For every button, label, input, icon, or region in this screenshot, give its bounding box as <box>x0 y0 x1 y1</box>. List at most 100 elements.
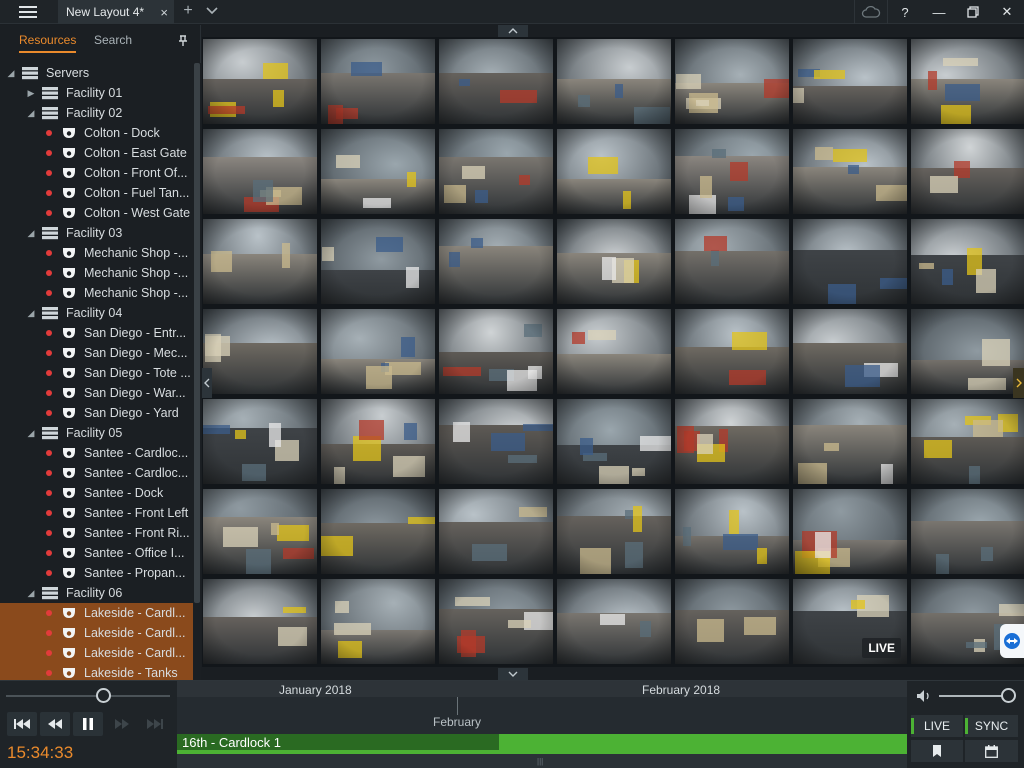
camera-item[interactable]: San Diego - Tote ... <box>0 363 193 383</box>
camera-tile[interactable] <box>675 219 789 304</box>
timeline-scrollbar[interactable]: ||| <box>177 754 907 768</box>
camera-tile[interactable] <box>439 579 553 664</box>
camera-tile[interactable] <box>793 219 907 304</box>
camera-item[interactable]: Mechanic Shop -... <box>0 243 193 263</box>
camera-item[interactable]: Lakeside - Cardl... <box>0 603 193 623</box>
camera-tile[interactable] <box>911 129 1024 214</box>
camera-tile[interactable] <box>321 129 435 214</box>
timeline-scroll-grip[interactable]: ||| <box>537 757 543 766</box>
camera-item[interactable]: Colton - West Gate <box>0 203 193 223</box>
camera-tile[interactable] <box>439 309 553 394</box>
camera-tile[interactable] <box>203 489 317 574</box>
camera-tile[interactable] <box>557 129 671 214</box>
speed-slider-knob[interactable] <box>96 688 111 703</box>
server-item[interactable]: ◢ Facility 06 <box>0 583 193 603</box>
camera-tile[interactable] <box>321 39 435 124</box>
server-item[interactable]: ◢ Facility 04 <box>0 303 193 323</box>
camera-tile[interactable] <box>439 489 553 574</box>
camera-item[interactable]: San Diego - Mec... <box>0 343 193 363</box>
camera-tile[interactable] <box>793 39 907 124</box>
remote-support-icon[interactable] <box>1000 624 1024 658</box>
camera-item[interactable]: Colton - East Gate <box>0 143 193 163</box>
camera-item[interactable]: Santee - Dock <box>0 483 193 503</box>
camera-tile[interactable] <box>793 309 907 394</box>
camera-item[interactable]: Colton - Dock <box>0 123 193 143</box>
camera-tile[interactable] <box>203 399 317 484</box>
camera-tile[interactable]: LIVE <box>793 579 907 664</box>
camera-tile[interactable] <box>557 39 671 124</box>
camera-item[interactable]: San Diego - Yard <box>0 403 193 423</box>
servers-root[interactable]: ◢ Servers <box>0 63 193 83</box>
volume-slider-knob[interactable] <box>1001 688 1016 703</box>
main-menu-button[interactable] <box>0 0 56 24</box>
pin-icon[interactable] <box>178 35 188 47</box>
camera-item[interactable]: Lakeside - Cardl... <box>0 643 193 663</box>
camera-item[interactable]: Lakeside - Cardl... <box>0 623 193 643</box>
tree-scrollbar-thumb[interactable] <box>194 63 200 603</box>
recording-bar[interactable]: 16th - Cardlock 1 <box>177 734 907 750</box>
server-item[interactable]: ◢ Facility 02 <box>0 103 193 123</box>
tab-resources[interactable]: Resources <box>19 33 76 47</box>
restore-button[interactable] <box>956 0 990 24</box>
camera-tile[interactable] <box>675 129 789 214</box>
camera-item[interactable]: Santee - Front Left <box>0 503 193 523</box>
camera-tile[interactable] <box>793 129 907 214</box>
help-button[interactable]: ? <box>888 0 922 24</box>
camera-tile[interactable] <box>675 399 789 484</box>
camera-item[interactable]: Santee - Cardloc... <box>0 463 193 483</box>
camera-tile[interactable] <box>557 489 671 574</box>
speed-slider-track[interactable] <box>6 695 170 697</box>
camera-tile[interactable] <box>203 309 317 394</box>
camera-tile[interactable] <box>203 219 317 304</box>
collapse-right-button[interactable] <box>1013 368 1024 398</box>
camera-tile[interactable] <box>439 129 553 214</box>
close-tab-icon[interactable]: × <box>160 5 168 20</box>
server-item[interactable]: ◢ Facility 03 <box>0 223 193 243</box>
camera-tile[interactable] <box>557 579 671 664</box>
camera-tile[interactable] <box>439 39 553 124</box>
camera-tile[interactable] <box>321 489 435 574</box>
expand-arrow-closed-icon[interactable]: ▶ <box>26 88 36 99</box>
skip-forward-button[interactable] <box>140 712 170 736</box>
expand-arrow-open-icon[interactable]: ◢ <box>26 228 36 239</box>
server-item[interactable]: ▶ Facility 01 <box>0 83 193 103</box>
sync-button[interactable]: SYNC <box>965 715 1018 737</box>
rewind-button[interactable] <box>40 712 70 736</box>
expand-arrow-open-icon[interactable]: ◢ <box>26 428 36 439</box>
camera-item[interactable]: Colton - Fuel Tan... <box>0 183 193 203</box>
expand-arrow-open-icon[interactable]: ◢ <box>26 308 36 319</box>
camera-tile[interactable] <box>557 309 671 394</box>
pause-button[interactable] <box>73 712 103 736</box>
camera-tile[interactable] <box>557 399 671 484</box>
camera-item[interactable]: San Diego - Entr... <box>0 323 193 343</box>
camera-tile[interactable] <box>321 399 435 484</box>
expand-arrow-open-icon[interactable]: ◢ <box>26 108 36 119</box>
live-button[interactable]: LIVE <box>911 715 963 737</box>
collapse-top-button[interactable] <box>498 25 528 37</box>
tab-search[interactable]: Search <box>94 33 132 47</box>
fast-forward-button[interactable] <box>107 712 137 736</box>
chevron-down-icon[interactable] <box>205 4 219 18</box>
camera-tile[interactable] <box>793 489 907 574</box>
layout-tab[interactable]: New Layout 4* × <box>58 0 174 24</box>
camera-item[interactable]: Mechanic Shop -... <box>0 263 193 283</box>
server-item[interactable]: ◢ Facility 05 <box>0 423 193 443</box>
collapse-bottom-button[interactable] <box>498 668 528 680</box>
camera-tile[interactable] <box>911 219 1024 304</box>
camera-tile[interactable] <box>557 219 671 304</box>
camera-tile[interactable] <box>911 489 1024 574</box>
calendar-button[interactable] <box>965 740 1018 762</box>
expand-arrow-open-icon[interactable]: ◢ <box>6 68 16 79</box>
camera-item[interactable]: Lakeside - Tanks <box>0 663 193 680</box>
cloud-button[interactable] <box>854 0 888 24</box>
camera-tile[interactable] <box>439 219 553 304</box>
camera-tile[interactable] <box>675 39 789 124</box>
camera-tile[interactable] <box>203 579 317 664</box>
camera-tile[interactable] <box>439 399 553 484</box>
camera-tile[interactable] <box>911 39 1024 124</box>
camera-tile[interactable] <box>793 399 907 484</box>
camera-item[interactable]: Colton - Front Of... <box>0 163 193 183</box>
camera-tile[interactable] <box>321 219 435 304</box>
camera-item[interactable]: San Diego - War... <box>0 383 193 403</box>
camera-item[interactable]: Mechanic Shop -... <box>0 283 193 303</box>
